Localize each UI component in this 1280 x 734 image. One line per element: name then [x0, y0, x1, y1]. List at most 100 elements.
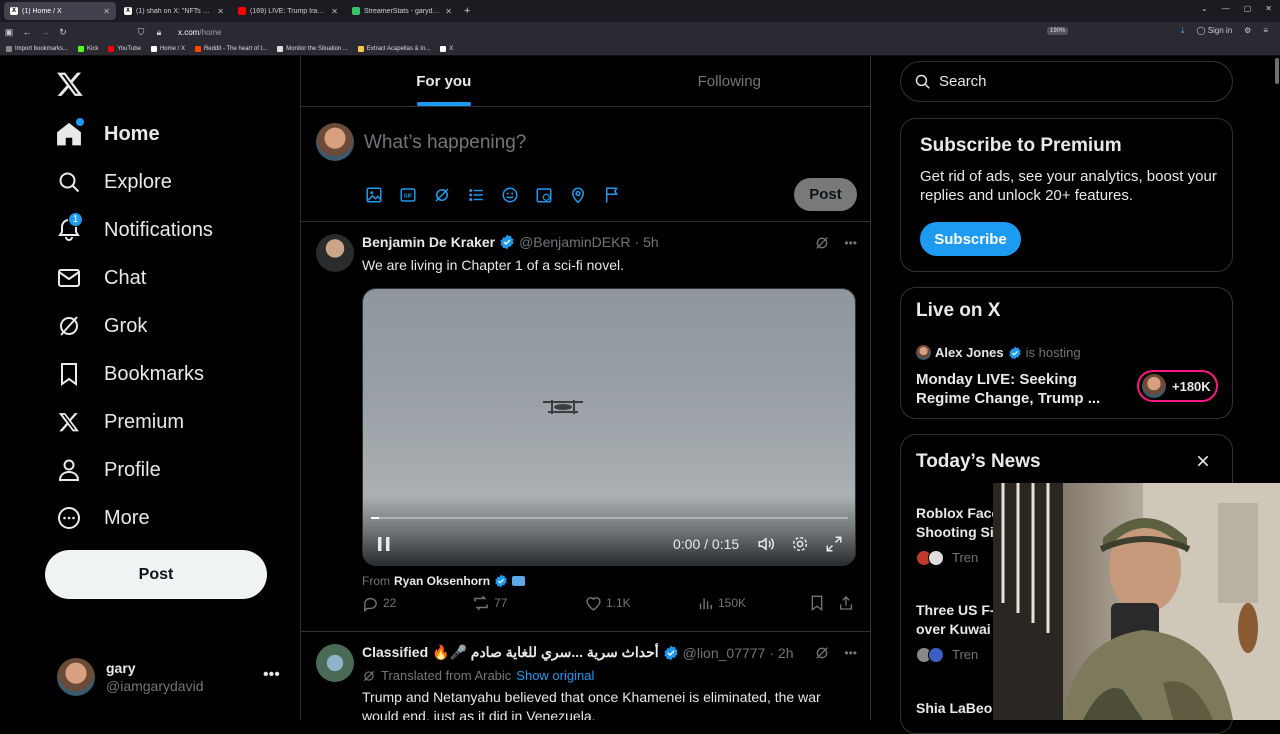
reply-icon — [364, 597, 377, 612]
tweet[interactable]: Benjamin De Kraker @BenjaminDEKR · 5h ••… — [301, 222, 870, 632]
video-player[interactable]: 0:00 / 0:15 — [362, 288, 856, 566]
more-dots-icon[interactable]: ••• — [263, 666, 280, 684]
emoji-icon[interactable] — [500, 185, 519, 204]
nav-item-premium[interactable]: Premium — [56, 409, 184, 435]
nav-item-grok[interactable]: Grok — [56, 313, 147, 339]
location-icon[interactable] — [568, 185, 587, 204]
source-author[interactable]: Ryan Oksenhorn — [394, 574, 490, 588]
tweet-author-name[interactable]: Benjamin De Kraker — [362, 234, 495, 250]
maximize-icon[interactable]: ▢ — [1244, 4, 1252, 13]
close-tab-icon[interactable]: ✕ — [331, 7, 338, 16]
poll-icon[interactable] — [466, 185, 485, 204]
volume-icon[interactable] — [757, 535, 775, 553]
image-icon[interactable] — [364, 185, 383, 204]
gif-icon[interactable]: GIF — [398, 185, 417, 204]
pause-icon[interactable] — [376, 535, 392, 553]
tab-for-you[interactable]: For you — [301, 56, 587, 106]
menu-icon[interactable]: ≡ — [1263, 26, 1268, 36]
avatar[interactable] — [316, 123, 354, 161]
subscribe-button[interactable]: Subscribe — [920, 222, 1021, 256]
account-icon[interactable]: ◯ Sign in — [1197, 26, 1233, 36]
grok-icon[interactable] — [814, 235, 830, 251]
tab-following[interactable]: Following — [587, 56, 871, 106]
close-tab-icon[interactable]: ✕ — [103, 7, 110, 16]
bookmark-item[interactable]: Kick — [78, 45, 98, 52]
tweet[interactable]: Classified 🔥🎤 أحداث سرية ...سري للغاية ص… — [301, 632, 870, 720]
fullscreen-icon[interactable] — [825, 535, 843, 553]
bookmark-icon — [56, 361, 82, 387]
bookmark-item[interactable]: Reddit - The heart of t... — [194, 45, 267, 52]
close-window-icon[interactable]: ✕ — [1265, 4, 1272, 13]
bookmark-item[interactable]: Import bookmarks... — [6, 45, 68, 52]
nav-item-notifications[interactable]: 1 Notifications — [56, 212, 213, 243]
back-icon[interactable]: ← — [18, 27, 36, 37]
bookmark-item[interactable]: YouTube — [108, 45, 141, 52]
share-button[interactable] — [838, 595, 854, 611]
account-switcher[interactable]: gary @iamgarydavid ••• — [57, 658, 287, 696]
avatar[interactable] — [316, 644, 354, 682]
extension-icon[interactable]: ⚙ — [1244, 26, 1251, 36]
flag-icon[interactable] — [602, 185, 621, 204]
minimize-icon[interactable]: — — [1222, 4, 1230, 13]
nav-item-chat[interactable]: Chat — [56, 265, 146, 291]
page-scrollbar[interactable] — [1275, 58, 1279, 84]
close-tab-icon[interactable]: ✕ — [445, 7, 452, 16]
compose-post-button[interactable]: Post — [794, 178, 857, 211]
browser-tab-2[interactable]: (169) LIVE: Trump Iran updates ✕ — [232, 2, 344, 20]
x-logo-icon[interactable] — [56, 70, 84, 98]
browser-tab-0[interactable]: X (1) Home / X ✕ — [4, 2, 116, 20]
video-progress-bar[interactable] — [371, 517, 848, 519]
tweet-time[interactable]: · 5h — [635, 234, 659, 250]
bookmark-item[interactable]: Home / X — [150, 45, 185, 52]
bookmark-button[interactable] — [809, 595, 825, 611]
avatar[interactable] — [316, 234, 354, 272]
nav-item-bookmarks[interactable]: Bookmarks — [56, 361, 204, 387]
more-dots-icon[interactable]: ••• — [844, 236, 857, 250]
search-input[interactable]: Search — [900, 61, 1233, 102]
tweet-handle[interactable]: @lion_07777 — [683, 645, 766, 661]
live-host[interactable]: Alex Jones is hosting — [916, 345, 1081, 360]
bookmark-item[interactable]: Extract Acapellas & In... — [357, 45, 430, 52]
grok-icon[interactable] — [814, 645, 830, 661]
forward-icon[interactable]: → — [36, 27, 54, 37]
sidebar-toggle-icon[interactable]: ▣ — [0, 27, 18, 38]
close-icon[interactable] — [1195, 453, 1211, 469]
bookmark-item[interactable]: X — [440, 45, 453, 52]
shield-icon[interactable]: ⛉ — [132, 27, 150, 38]
live-stream-title[interactable]: Monday LIVE: Seeking Regime Change, Trum… — [916, 370, 1116, 408]
close-tab-icon[interactable]: ✕ — [217, 7, 224, 16]
list-tabs-icon[interactable]: ⌄ — [1201, 4, 1208, 13]
reply-button[interactable]: 22 — [362, 595, 396, 612]
schedule-icon[interactable] — [534, 185, 553, 204]
tweet-author-name[interactable]: Classified 🔥🎤 أحداث سرية ...سري للغاية ص… — [362, 644, 659, 661]
show-original-link[interactable]: Show original — [516, 666, 594, 685]
reload-icon[interactable]: ↻ — [54, 27, 72, 38]
browser-tab-1[interactable]: X (1) shah on X: "NFTs were the m ✕ — [118, 2, 230, 20]
nav-item-more[interactable]: More — [56, 505, 150, 531]
bookmark-item[interactable]: Monitor the Situation ... — [277, 45, 348, 52]
listener-count: +180K — [1172, 378, 1211, 394]
zoom-level[interactable]: 190% — [1047, 27, 1069, 35]
browser-tab-3[interactable]: StreamerStats - garydavid Strea ✕ — [346, 2, 458, 20]
avatar — [916, 345, 931, 360]
grok-icon[interactable] — [432, 185, 451, 204]
repost-button[interactable]: 77 — [472, 594, 507, 612]
address-field[interactable]: x.com/home — [178, 28, 222, 37]
post-button[interactable]: Post — [45, 550, 267, 599]
nav-item-home[interactable]: Home — [56, 118, 160, 147]
tweet-handle[interactable]: @BenjaminDEKR — [519, 234, 630, 250]
avatar — [1142, 374, 1166, 398]
views-button[interactable]: 150K — [697, 595, 746, 612]
live-listeners-pill[interactable]: +180K — [1137, 370, 1218, 402]
more-dots-icon[interactable]: ••• — [844, 646, 857, 660]
bookmark-label: Monitor the Situation ... — [286, 45, 348, 52]
nav-item-profile[interactable]: Profile — [56, 457, 161, 483]
nav-item-explore[interactable]: Explore — [56, 169, 172, 195]
compose-input[interactable]: What’s happening? — [364, 132, 526, 154]
download-icon[interactable]: ⤓ — [1181, 26, 1185, 36]
settings-gear-icon[interactable] — [791, 535, 809, 553]
like-button[interactable]: 1.1K — [585, 595, 631, 612]
avatar — [928, 549, 944, 566]
new-tab-icon[interactable]: + — [464, 5, 470, 17]
tweet-time[interactable]: · 2h — [769, 645, 793, 661]
